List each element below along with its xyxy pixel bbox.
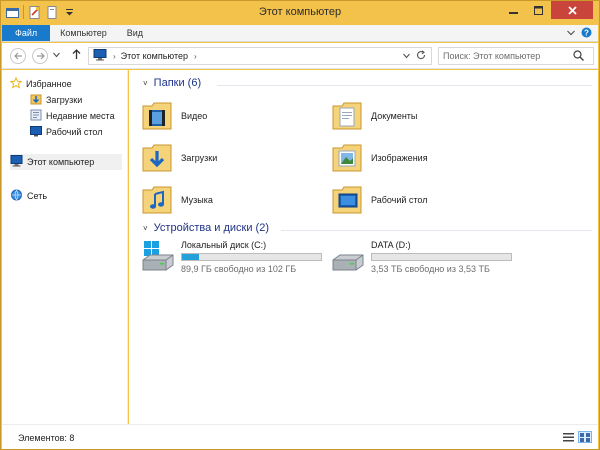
folder-tile-downloads[interactable]: Загрузки	[141, 140, 217, 176]
folders-header-text: Папки (6)	[153, 77, 202, 89]
downloads-icon	[30, 93, 42, 107]
drives-header-text: Устройства и диски (2)	[153, 222, 269, 234]
sidebar-item-downloads[interactable]: Загрузки	[30, 92, 82, 108]
expand-ribbon-icon[interactable]	[567, 28, 575, 38]
back-button[interactable]	[10, 48, 26, 64]
search-icon[interactable]	[573, 49, 584, 63]
sidebar-item-label: Сеть	[27, 191, 48, 201]
address-dropdown-icon[interactable]	[403, 51, 410, 61]
large-icons-view-icon[interactable]	[578, 431, 592, 443]
pictures-folder-icon	[331, 140, 363, 176]
video-folder-icon	[141, 98, 173, 134]
hard-drive-icon	[331, 240, 365, 274]
navigation-bar: › Этот компьютер ›	[2, 43, 598, 69]
drive-usage-bar	[371, 253, 512, 261]
sidebar-item-desktop[interactable]: Рабочий стол	[30, 124, 103, 140]
folder-label: Видео	[181, 111, 208, 121]
folder-label: Загрузки	[181, 153, 218, 163]
drives-group-header[interactable]: ˅ Устройства и диски (2)	[143, 222, 269, 234]
music-folder-icon	[141, 182, 173, 218]
sidebar-item-favorites[interactable]: Избранное	[9, 76, 72, 92]
tab-view[interactable]: Вид	[117, 25, 153, 41]
folder-tile-video[interactable]: Видео	[141, 98, 207, 134]
details-view-icon[interactable]	[561, 431, 575, 443]
breadcrumb-this-pc[interactable]: Этот компьютер	[121, 51, 188, 61]
desktop-folder-icon	[331, 182, 363, 218]
tab-file[interactable]: Файл	[2, 25, 51, 41]
drive-tile-c[interactable]: Локальный диск (C:) 89,9 ГБ свободно из …	[141, 240, 322, 274]
folders-group-header[interactable]: ˅ Папки (6)	[143, 77, 201, 89]
view-switcher	[561, 431, 592, 443]
search-input[interactable]	[443, 51, 573, 61]
window-controls	[501, 1, 593, 19]
forward-button[interactable]	[32, 48, 48, 64]
maximize-button[interactable]	[526, 1, 550, 19]
documents-folder-icon	[331, 98, 363, 134]
collapse-chevron-icon[interactable]: ˅	[143, 79, 148, 88]
folder-label: Рабочий стол	[371, 195, 428, 205]
sidebar-item-this-pc[interactable]: Этот компьютер	[10, 154, 122, 170]
drive-tile-d[interactable]: DATA (D:) 3,53 ТБ свободно из 3,53 ТБ	[331, 240, 512, 274]
drive-free-space: 3,53 ТБ свободно из 3,53 ТБ	[371, 264, 490, 274]
downloads-folder-icon	[141, 140, 173, 176]
address-bar[interactable]: › Этот компьютер ›	[88, 47, 432, 65]
group-divider	[281, 230, 592, 231]
desktop-icon	[30, 125, 42, 139]
svg-text:?: ?	[584, 28, 589, 37]
drive-name: DATA (D:)	[371, 240, 411, 250]
network-icon	[10, 189, 23, 203]
recent-locations-icon[interactable]	[53, 50, 60, 60]
folder-tile-music[interactable]: Музыка	[141, 182, 213, 218]
breadcrumb-chevron-icon[interactable]: ›	[113, 52, 116, 61]
title-bar: Этот компьютер	[1, 1, 599, 25]
search-box[interactable]	[438, 47, 594, 65]
ribbon-tabs: Файл Компьютер Вид ?	[2, 25, 598, 42]
up-arrow-icon[interactable]	[72, 49, 81, 62]
item-count: Элементов: 8	[18, 433, 75, 443]
sidebar-item-label: Рабочий стол	[46, 127, 103, 137]
status-bar: Элементов: 8	[2, 424, 598, 449]
folder-tile-pictures[interactable]: Изображения	[331, 140, 428, 176]
group-divider	[217, 85, 592, 86]
computer-icon	[93, 49, 107, 63]
sidebar-item-network[interactable]: Сеть	[10, 188, 47, 204]
folder-tile-documents[interactable]: Документы	[331, 98, 417, 134]
recent-places-icon	[30, 109, 42, 123]
minimize-button[interactable]	[501, 1, 525, 19]
breadcrumb-chevron-icon[interactable]: ›	[194, 52, 197, 61]
folder-label: Документы	[371, 111, 418, 121]
navigation-pane: Избранное Загрузки Недавние места Рабочи…	[2, 70, 128, 424]
collapse-chevron-icon[interactable]: ˅	[143, 224, 148, 233]
folder-tile-desktop[interactable]: Рабочий стол	[331, 182, 428, 218]
drive-free-space: 89,9 ГБ свободно из 102 ГБ	[181, 264, 297, 274]
drive-usage-fill	[182, 254, 199, 260]
drive-usage-bar	[181, 253, 322, 261]
computer-icon	[10, 155, 23, 169]
refresh-icon[interactable]	[416, 50, 426, 62]
drive-info: DATA (D:) 3,53 ТБ свободно из 3,53 ТБ	[371, 240, 512, 274]
help-icon[interactable]: ?	[581, 27, 592, 40]
content-pane: ˅ Папки (6) Видео Документы Загрузки Изо…	[129, 70, 598, 424]
sidebar-item-label: Загрузки	[46, 95, 83, 105]
sidebar-item-label: Недавние места	[46, 111, 115, 121]
folder-label: Изображения	[371, 153, 428, 163]
sidebar-item-label: Избранное	[26, 79, 72, 89]
tab-computer[interactable]: Компьютер	[50, 25, 117, 41]
sidebar-item-recent-places[interactable]: Недавние места	[30, 108, 115, 124]
drive-name: Локальный диск (C:)	[181, 240, 267, 250]
sidebar-item-label: Этот компьютер	[27, 157, 95, 167]
drive-info: Локальный диск (C:) 89,9 ГБ свободно из …	[181, 240, 322, 274]
windows-drive-icon	[141, 240, 175, 274]
star-icon	[9, 76, 23, 91]
folder-label: Музыка	[181, 195, 213, 205]
close-button[interactable]	[551, 1, 593, 19]
explorer-window: Этот компьютер Файл Компьютер Вид ? › Эт…	[0, 0, 600, 450]
